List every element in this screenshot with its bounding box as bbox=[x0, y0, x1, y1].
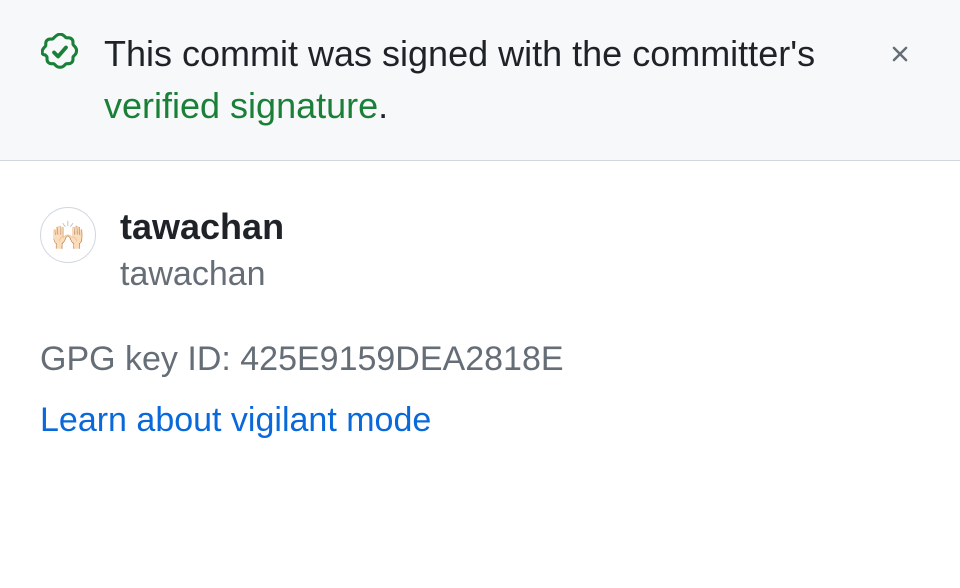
signer-names: tawachan tawachan bbox=[120, 205, 284, 299]
close-button[interactable] bbox=[880, 34, 920, 74]
avatar[interactable]: 🙌🏻 bbox=[40, 207, 96, 263]
learn-vigilant-mode-link[interactable]: Learn about vigilant mode bbox=[40, 401, 920, 440]
signer-row: 🙌🏻 tawachan tawachan bbox=[40, 205, 920, 299]
gpg-key-row: GPG key ID: 425E9159DEA2818E bbox=[40, 340, 920, 379]
signature-details: 🙌🏻 tawachan tawachan GPG key ID: 425E915… bbox=[0, 161, 960, 439]
avatar-emoji: 🙌🏻 bbox=[51, 219, 86, 252]
close-icon bbox=[887, 41, 913, 67]
gpg-key-label: GPG key ID: bbox=[40, 340, 240, 378]
gpg-key-value: 425E9159DEA2818E bbox=[240, 340, 563, 378]
banner-text-after: . bbox=[378, 85, 388, 126]
banner-text-before: This commit was signed with the committe… bbox=[104, 33, 815, 74]
banner-text: This commit was signed with the committe… bbox=[104, 28, 856, 132]
verified-icon bbox=[40, 32, 80, 72]
signer-display-name[interactable]: tawachan bbox=[120, 205, 284, 248]
signer-handle: tawachan bbox=[120, 249, 284, 300]
verified-signature-link[interactable]: verified signature bbox=[104, 85, 378, 126]
signature-banner: This commit was signed with the committe… bbox=[0, 0, 960, 161]
